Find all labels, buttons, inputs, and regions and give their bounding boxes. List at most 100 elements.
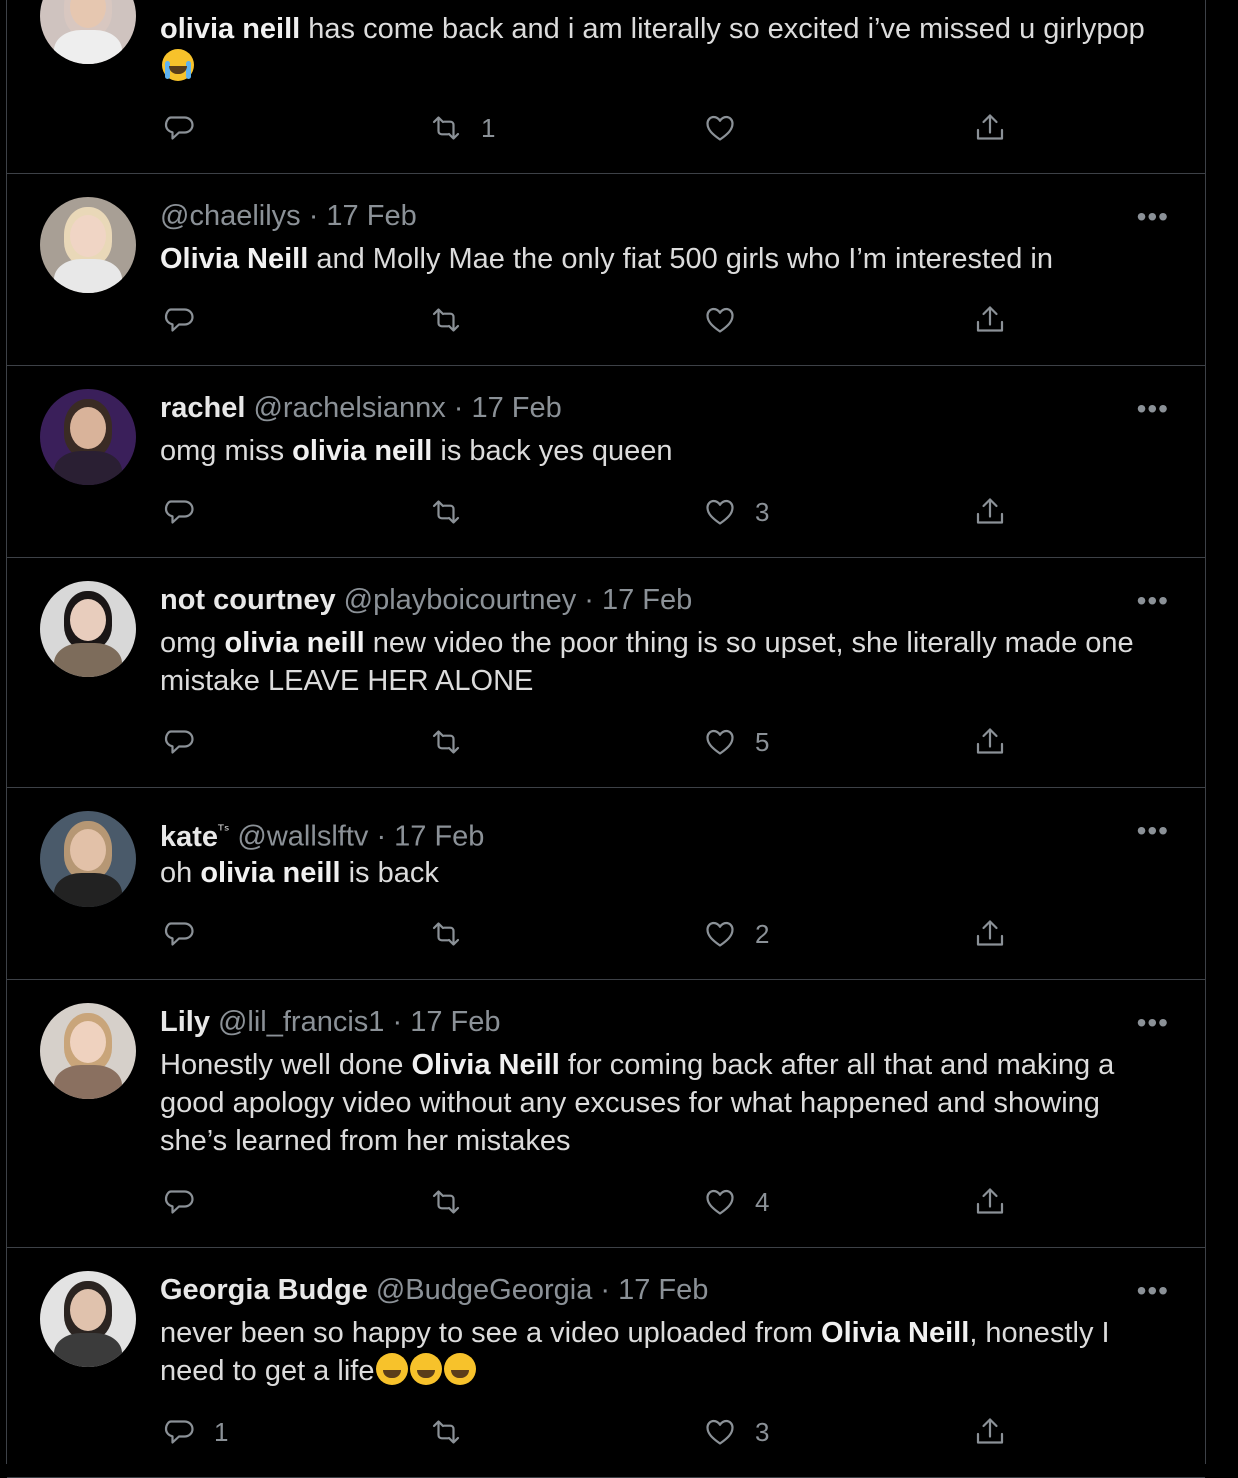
user-handle[interactable]: @lil_francis1 [218, 1006, 384, 1038]
like-button[interactable] [703, 108, 737, 148]
tweet-date[interactable]: · 17 Feb [392, 1006, 500, 1038]
like-button[interactable]: 5 [703, 722, 769, 762]
tweet[interactable]: kateᵀˢ @wallslftv · 17 Feb ••• oh olivia ne… [7, 787, 1205, 980]
retweet-button[interactable] [429, 300, 463, 340]
tweet-header: kateᵀˢ @wallslftv · 17 Feb [160, 813, 484, 854]
avatar[interactable] [40, 581, 136, 677]
display-name[interactable]: not courtney [160, 584, 336, 616]
tweet-header: Georgia Budge @BudgeGeorgia · 17 Feb [160, 1273, 708, 1307]
tweet-date[interactable]: · 17 Feb [309, 200, 417, 232]
tweet-text: omg olivia neill new video the poor thin… [160, 624, 1170, 700]
retweet-icon [429, 303, 463, 337]
highlighted-term: olivia neill [160, 13, 301, 45]
text-segment: is back [340, 857, 439, 889]
rolling-on-floor-laughing-emoji [410, 1353, 443, 1385]
retweet-icon [429, 1415, 463, 1449]
user-handle[interactable]: @playboicourtney [344, 584, 577, 616]
retweet-button[interactable] [429, 1412, 463, 1452]
tweet-date[interactable]: · 17 Feb [600, 1274, 708, 1306]
heart-icon [703, 1415, 737, 1449]
share-button[interactable] [973, 914, 1007, 954]
share-button[interactable] [973, 300, 1007, 340]
tweet[interactable]: not courtney @playboicourtney · 17 Feb •••… [7, 557, 1205, 788]
retweet-button[interactable] [429, 492, 463, 532]
text-segment: never been so happy to see a video uploa… [160, 1317, 822, 1349]
highlighted-term: olivia neill [200, 857, 341, 889]
user-handle[interactable]: @BudgeGeorgia [376, 1274, 592, 1306]
tweet-header: Lily @lil_francis1 · 17 Feb [160, 1005, 500, 1039]
retweet-icon [429, 917, 463, 951]
tweet-text: omg miss olivia neill is back yes queen [160, 432, 1170, 470]
like-button[interactable]: 4 [703, 1182, 769, 1222]
avatar[interactable] [40, 811, 136, 907]
more-options-icon[interactable]: ••• [1137, 203, 1169, 231]
tweet[interactable]: Georgia Budge @BudgeGeorgia · 17 Feb ••• ne… [7, 1247, 1205, 1478]
tweet[interactable]: olivia neill has come back and i am lite… [7, 0, 1205, 174]
reply-button[interactable] [162, 492, 196, 532]
retweet-button[interactable] [429, 1182, 463, 1222]
tweet-text: Olivia Neill and Molly Mae the only fiat… [160, 240, 1170, 278]
tweet-actions: 5 [7, 722, 1205, 762]
tweet[interactable]: rachel @rachelsiannx · 17 Feb ••• omg miss … [7, 365, 1205, 558]
reply-button[interactable] [162, 108, 196, 148]
heart-icon [703, 111, 737, 145]
reply-button[interactable]: 1 [162, 1412, 228, 1452]
heart-icon [703, 725, 737, 759]
more-options-icon[interactable]: ••• [1137, 395, 1169, 423]
replie-count: 1 [214, 1416, 229, 1447]
avatar[interactable] [40, 197, 136, 293]
tweet-date[interactable]: · 17 Feb [454, 392, 562, 424]
share-button[interactable] [973, 108, 1007, 148]
tweet[interactable]: @chaelilys · 17 Feb ••• Olivia Neill and M… [7, 173, 1205, 366]
user-handle[interactable]: @chaelilys [160, 200, 301, 232]
like-button[interactable]: 2 [703, 914, 769, 954]
share-icon [973, 1185, 1007, 1219]
heart-icon [703, 917, 737, 951]
reply-button[interactable] [162, 300, 196, 340]
tweet-actions: 1 [7, 108, 1205, 148]
tweet-date[interactable]: · 17 Feb [584, 584, 692, 616]
loudly-crying-face-emoji [162, 49, 194, 81]
share-button[interactable] [973, 1412, 1007, 1452]
share-button[interactable] [973, 492, 1007, 532]
like-button[interactable] [703, 300, 737, 340]
retweet-button[interactable] [429, 914, 463, 954]
like-count: 3 [755, 1416, 770, 1447]
tweet[interactable]: Lily @lil_francis1 · 17 Feb ••• Honestly we… [7, 979, 1205, 1248]
reply-icon [162, 1415, 196, 1449]
reply-button[interactable] [162, 914, 196, 954]
share-button[interactable] [973, 1182, 1007, 1222]
more-options-icon[interactable]: ••• [1137, 1277, 1169, 1305]
like-button[interactable]: 3 [703, 1412, 769, 1452]
user-handle[interactable]: @rachelsiannx [253, 392, 445, 424]
retweet-button[interactable] [429, 722, 463, 762]
heart-icon [703, 495, 737, 529]
avatar[interactable] [40, 1271, 136, 1367]
avatar[interactable] [40, 389, 136, 485]
like-count: 5 [755, 726, 770, 757]
tweet-date[interactable]: · 17 Feb [376, 821, 484, 853]
display-name[interactable]: Lily [160, 1006, 210, 1038]
reply-button[interactable] [162, 1182, 196, 1222]
like-count: 2 [755, 918, 770, 949]
more-options-icon[interactable]: ••• [1137, 587, 1169, 615]
highlighted-term: Olivia Neill [160, 243, 309, 275]
retweet-button[interactable]: 1 [429, 108, 495, 148]
more-options-icon[interactable]: ••• [1137, 817, 1169, 845]
share-icon [973, 495, 1007, 529]
avatar[interactable] [40, 0, 136, 64]
share-button[interactable] [973, 722, 1007, 762]
avatar[interactable] [40, 1003, 136, 1099]
display-name[interactable]: kateᵀˢ [160, 821, 229, 853]
tweet-header: @chaelilys · 17 Feb [160, 199, 417, 233]
display-name[interactable]: Georgia Budge [160, 1274, 368, 1306]
text-segment: has come back and i am literally so exci… [300, 13, 1145, 45]
like-button[interactable]: 3 [703, 492, 769, 532]
user-handle[interactable]: @wallslftv [237, 821, 368, 853]
like-count: 3 [755, 496, 770, 527]
reply-button[interactable] [162, 722, 196, 762]
rolling-on-floor-laughing-emoji [444, 1353, 477, 1385]
rolling-on-floor-laughing-emoji [376, 1353, 409, 1385]
more-options-icon[interactable]: ••• [1137, 1009, 1169, 1037]
display-name[interactable]: rachel [160, 392, 245, 424]
